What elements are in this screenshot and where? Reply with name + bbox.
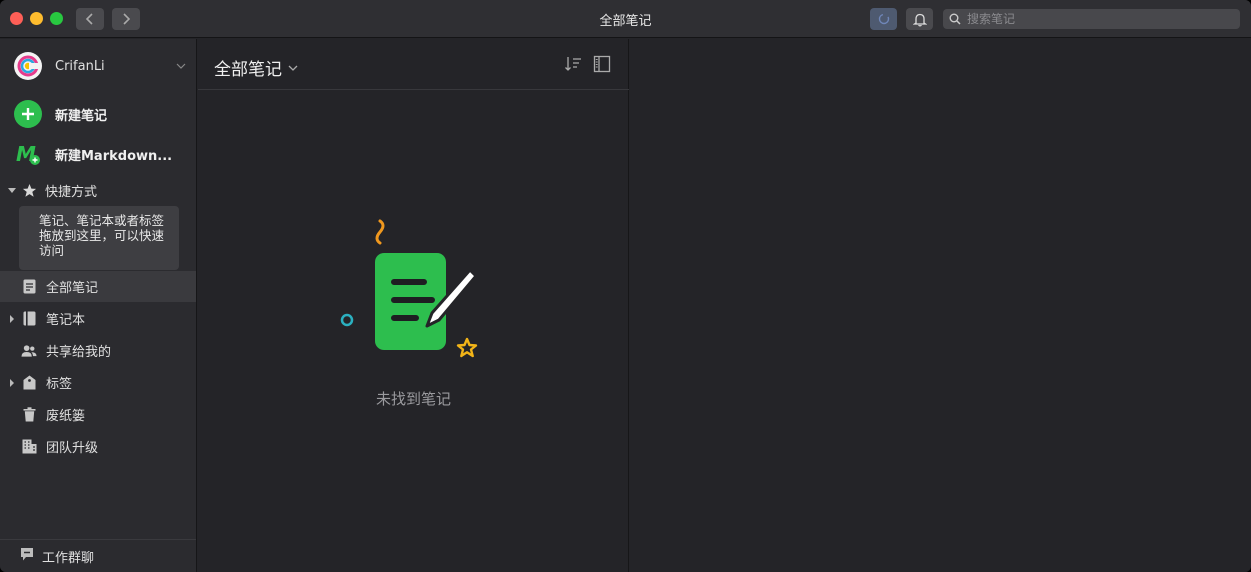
sidebar-item-notebooks[interactable]: 笔记本 — [0, 303, 196, 334]
note-list-title-dropdown[interactable]: 全部笔记 — [214, 55, 298, 80]
sidebar-item-label: 废纸篓 — [46, 409, 86, 424]
search-box[interactable] — [943, 9, 1240, 29]
sort-icon[interactable] — [564, 55, 582, 73]
caret-down-icon — [8, 188, 16, 193]
caret-right-icon — [10, 378, 14, 387]
note-list-title: 全部笔记 — [214, 60, 282, 80]
sidebar-item-label: 标签 — [46, 377, 73, 392]
sidebar-item-team-upgrade[interactable]: 团队升级 — [0, 431, 196, 462]
chat-icon — [20, 547, 34, 566]
tag-icon — [21, 375, 37, 391]
note-list-panel: 全部笔记 未找到笔记 — [198, 39, 629, 572]
notification-button[interactable] — [906, 8, 933, 30]
avatar — [14, 52, 42, 80]
shared-users-icon — [21, 343, 37, 359]
work-chat-button[interactable]: 工作群聊 — [0, 539, 196, 572]
empty-state-text: 未找到笔记 — [375, 390, 451, 408]
caret-right-icon — [10, 314, 14, 323]
sidebar-item-shared[interactable]: 共享给我的 — [0, 335, 196, 366]
work-chat-label: 工作群聊 — [42, 550, 95, 566]
editor-pane — [630, 39, 1251, 572]
sidebar-item-label: 全部笔记 — [46, 281, 99, 296]
note-list-header: 全部笔记 — [198, 39, 629, 90]
shortcuts-header[interactable]: 快捷方式 — [8, 180, 97, 200]
empty-notes-illustration — [340, 219, 478, 358]
sync-icon — [878, 13, 889, 25]
sync-button[interactable] — [870, 8, 897, 30]
new-note-label: 新建笔记 — [55, 108, 108, 124]
new-markdown-button[interactable]: M 新建Markdown... — [14, 140, 172, 168]
star-icon — [22, 183, 37, 197]
new-note-button[interactable]: 新建笔记 — [14, 100, 107, 128]
notebook-icon — [21, 311, 37, 327]
plus-icon — [14, 100, 42, 128]
sidebar-item-label: 笔记本 — [46, 313, 86, 328]
account-name: CrifanLi — [55, 58, 105, 74]
view-layout-icon[interactable] — [593, 55, 611, 73]
sidebar-item-all-notes[interactable]: 全部笔记 — [0, 271, 196, 302]
note-icon — [21, 279, 37, 295]
building-icon — [21, 439, 37, 455]
sidebar-item-tags[interactable]: 标签 — [0, 367, 196, 398]
trash-icon — [21, 407, 37, 423]
sidebar-item-label: 共享给我的 — [46, 345, 112, 360]
shortcuts-label: 快捷方式 — [45, 184, 98, 200]
sidebar-item-trash[interactable]: 废纸篓 — [0, 399, 196, 430]
title-bar: 全部笔记 — [0, 0, 1251, 38]
avatar-logo-icon — [17, 55, 39, 77]
shortcuts-hint: 笔记、笔记本或者标签拖放到这里，可以快速访问 — [19, 206, 179, 270]
account-switcher[interactable]: CrifanLi — [14, 52, 186, 80]
markdown-icon: M — [16, 142, 40, 166]
chevron-down-icon — [288, 65, 298, 71]
chevron-down-icon — [176, 63, 186, 69]
bell-icon — [912, 13, 927, 26]
sidebar: CrifanLi 新建笔记 M 新建Markdown... 快捷方式 笔记、笔记… — [0, 39, 197, 572]
app-window: 全部笔记 CrifanLi — [0, 0, 1251, 572]
search-icon — [949, 13, 961, 25]
search-input[interactable] — [967, 12, 1227, 26]
new-markdown-label: 新建Markdown... — [55, 148, 173, 164]
sidebar-item-label: 团队升级 — [46, 441, 99, 456]
